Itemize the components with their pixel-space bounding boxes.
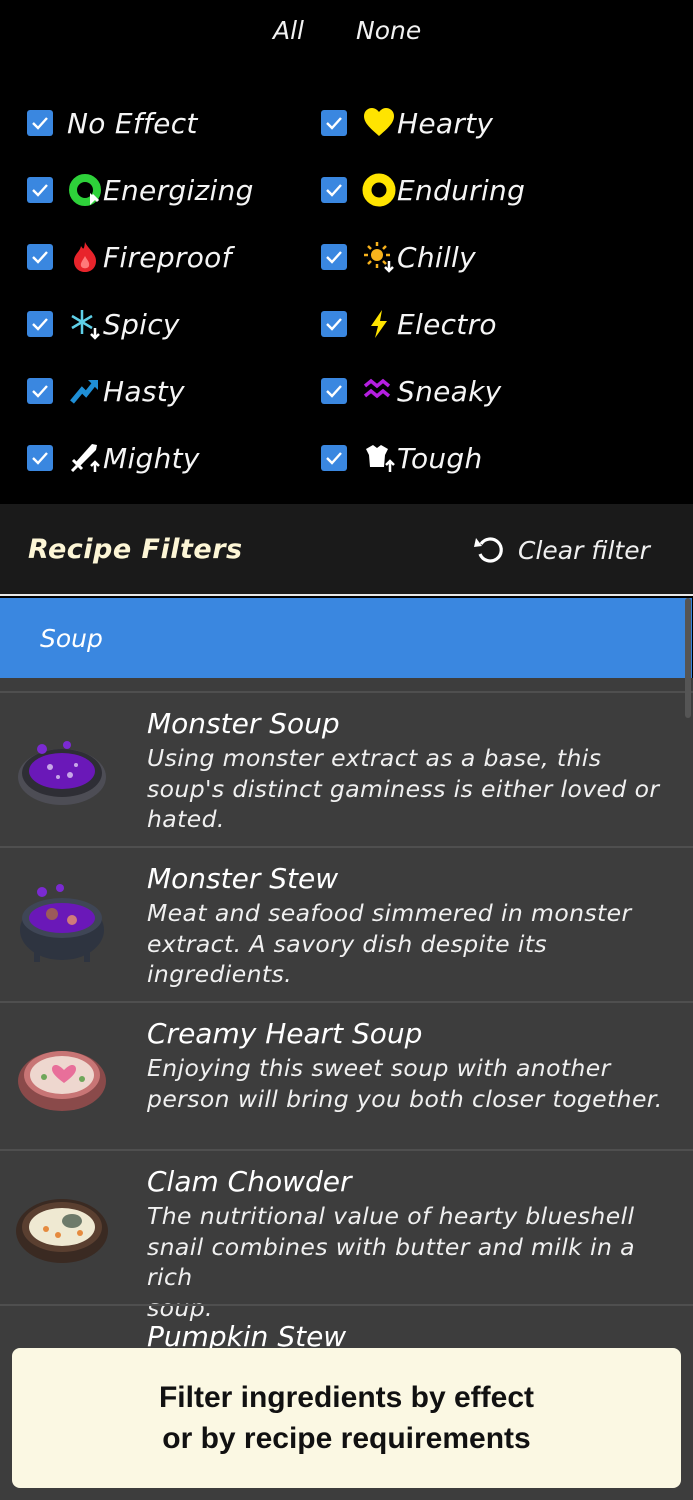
- clam-chowder-image: [12, 1175, 112, 1275]
- effect-energizing[interactable]: Energizing: [27, 162, 254, 218]
- sun-down-icon: [361, 239, 397, 275]
- checkbox-checked-icon[interactable]: [27, 311, 53, 337]
- effect-spicy[interactable]: Spicy: [27, 296, 180, 352]
- banner-line: or by recipe requirements: [162, 1422, 531, 1455]
- list-item[interactable]: Monster Stew Meat and seafood simmered i…: [0, 846, 693, 1001]
- banner-line: Filter ingredients by effect: [158, 1381, 535, 1414]
- effect-label: Hasty: [103, 374, 185, 408]
- desc-line: Meat and seafood simmered in monster: [147, 899, 632, 927]
- checkbox-checked-icon[interactable]: [27, 445, 53, 471]
- desc-line: snail combines with butter and milk in a…: [147, 1232, 635, 1292]
- effect-mighty[interactable]: Mighty: [27, 430, 200, 486]
- armor-up-icon: [361, 440, 397, 476]
- monster-stew-image: [12, 870, 112, 970]
- effect-filter-grid: No Effect Hearty Energizing Enduring Fir…: [0, 90, 693, 500]
- desc-line: The nutritional value of hearty blueshel…: [147, 1202, 635, 1230]
- enduring-icon: [361, 172, 397, 208]
- flame-icon: [67, 239, 103, 275]
- recipe-name: Monster Stew: [147, 862, 339, 895]
- checkbox-checked-icon[interactable]: [321, 311, 347, 337]
- undo-icon: [474, 537, 503, 563]
- effect-no-effect[interactable]: No Effect: [27, 95, 198, 151]
- category-selector[interactable]: Soup: [0, 598, 692, 678]
- recipe-description: Enjoying this sweet soup with another pe…: [147, 1053, 677, 1114]
- desc-line: Enjoying this sweet soup with another: [147, 1054, 611, 1082]
- recipe-description: Meat and seafood simmered in monster ext…: [147, 898, 677, 990]
- list-item[interactable]: Monster Soup Using monster extract as a …: [0, 691, 693, 846]
- desc-line: person will bring you both closer togeth…: [147, 1084, 663, 1113]
- checkbox-checked-icon[interactable]: [321, 110, 347, 136]
- recipe-description: Using monster extract as a base, this so…: [147, 743, 677, 835]
- effect-label: Chilly: [397, 240, 477, 274]
- desc-line: hated.: [147, 805, 225, 833]
- effect-label: Tough: [397, 441, 483, 475]
- effect-tough[interactable]: Tough: [321, 430, 483, 486]
- effect-fireproof[interactable]: Fireproof: [27, 229, 232, 285]
- checkbox-checked-icon[interactable]: [27, 110, 53, 136]
- recipe-filters-title: Recipe Filters: [28, 534, 243, 565]
- effect-label: Electro: [397, 307, 497, 341]
- sword-up-icon: [67, 440, 103, 476]
- list-item[interactable]: Creamy Heart Soup Enjoying this sweet so…: [0, 1001, 693, 1149]
- effect-label: Fireproof: [103, 240, 232, 274]
- effect-label: Spicy: [103, 307, 180, 341]
- clear-filter-button[interactable]: Clear filter: [472, 532, 650, 568]
- checkbox-checked-icon[interactable]: [321, 445, 347, 471]
- effect-label: Hearty: [397, 106, 494, 140]
- desc-line: ingredients.: [147, 960, 292, 988]
- energizing-icon: [67, 172, 103, 208]
- recipe-name: Creamy Heart Soup: [147, 1017, 423, 1050]
- list-item[interactable]: Clam Chowder The nutritional value of he…: [0, 1149, 693, 1322]
- effect-sneaky[interactable]: Sneaky: [321, 363, 502, 419]
- checkbox-checked-icon[interactable]: [321, 177, 347, 203]
- info-banner: Filter ingredients by effect or by recipe…: [12, 1348, 681, 1488]
- effect-label: Mighty: [103, 441, 200, 475]
- scrollbar[interactable]: [685, 598, 691, 718]
- effect-hasty[interactable]: Hasty: [27, 363, 185, 419]
- sneaky-wave-icon: [361, 373, 397, 409]
- hasty-arrow-icon: [67, 373, 103, 409]
- desc-line: extract. A savory dish despite its: [147, 929, 548, 958]
- effect-label: Sneaky: [397, 374, 502, 408]
- checkbox-checked-icon[interactable]: [321, 244, 347, 270]
- heart-icon: [361, 105, 397, 141]
- checkbox-checked-icon[interactable]: [27, 244, 53, 270]
- effect-electro[interactable]: Electro: [321, 296, 497, 352]
- effect-label: Energizing: [103, 173, 254, 207]
- desc-line: soup's distinct gaminess is either loved…: [147, 774, 660, 803]
- effect-label: No Effect: [67, 106, 198, 140]
- checkbox-checked-icon[interactable]: [27, 378, 53, 404]
- checkbox-checked-icon[interactable]: [321, 378, 347, 404]
- banner-text: Filter ingredients by effect or by recipe…: [159, 1377, 534, 1459]
- lightning-icon: [361, 306, 397, 342]
- quick-select-bar: All None: [0, 0, 693, 70]
- effect-chilly[interactable]: Chilly: [321, 229, 476, 285]
- recipe-name: Monster Soup: [147, 707, 340, 740]
- recipe-name: Clam Chowder: [147, 1165, 352, 1198]
- snowflake-up-icon: [67, 306, 103, 342]
- effect-label: Enduring: [397, 173, 526, 207]
- select-none-button[interactable]: None: [356, 16, 421, 45]
- monster-soup-image: [12, 719, 112, 819]
- checkbox-checked-icon[interactable]: [27, 177, 53, 203]
- clear-filter-label: Clear filter: [518, 535, 650, 565]
- effect-hearty[interactable]: Hearty: [321, 95, 493, 151]
- creamy-heart-soup-image: [12, 1025, 112, 1125]
- select-all-button[interactable]: All: [273, 16, 304, 45]
- recipe-filters-header: Recipe Filters Clear filter: [0, 504, 693, 596]
- selected-category-label: Soup: [40, 623, 103, 653]
- effect-enduring[interactable]: Enduring: [321, 162, 525, 218]
- desc-line: Using monster extract as a base, this: [147, 744, 602, 772]
